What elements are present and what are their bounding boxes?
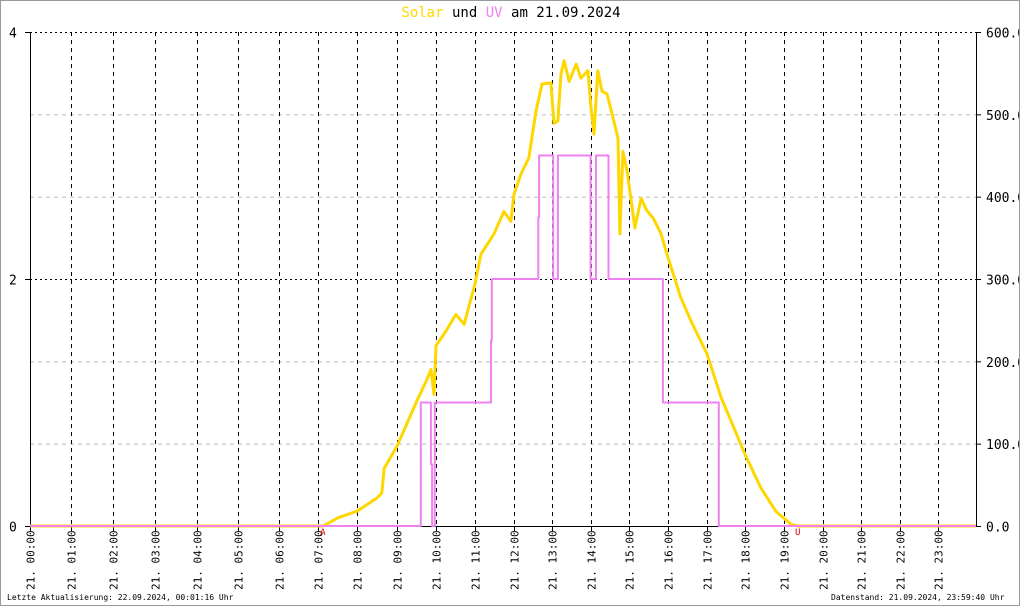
right-tick-label: 300.0	[986, 274, 1020, 289]
x-tick-label: 21. 09:00	[392, 530, 405, 590]
right-tick-label: 200.0	[986, 356, 1020, 371]
x-tick-label: 21. 16:00	[663, 530, 676, 590]
x-tick-label: 21. 01:00	[66, 530, 79, 590]
series-line-solar	[30, 59, 976, 528]
x-tick-label: 21. 04:00	[192, 530, 205, 590]
last-update-text: Letzte Aktualisierung: 22.09.2024, 00:01…	[7, 593, 234, 602]
chart-container: Solar und UV am 21.09.2024 0.0100.0200.0…	[0, 0, 1020, 606]
x-tick-label: 21. 12:00	[509, 530, 522, 590]
x-tick-label: 21. 19:00	[779, 530, 792, 590]
left-tick-label: 4	[9, 27, 17, 42]
right-tick-label: 600.0	[986, 27, 1020, 42]
x-tick-label: 21. 06:00	[274, 530, 287, 590]
x-tick-label: 21. 21:00	[856, 530, 869, 590]
marker-a: A	[320, 528, 326, 538]
right-tick-label: 400.0	[986, 191, 1020, 206]
x-tick-label: 21. 15:00	[624, 530, 637, 590]
left-tick-label: 0	[9, 521, 17, 536]
x-tick-label: 21. 17:00	[702, 530, 715, 590]
x-tick-label: 21. 23:00	[933, 530, 946, 590]
marker-u: U	[795, 528, 800, 538]
x-tick-label: 21. 11:00	[470, 530, 483, 590]
right-tick-label: 0.0	[986, 521, 1009, 536]
right-tick-label: 100.0	[986, 438, 1020, 453]
data-state-text: Datenstand: 21.09.2024, 23:59:40 Uhr	[831, 593, 1005, 602]
x-tick-label: 21. 10:00	[431, 530, 444, 590]
x-tick-label: 21. 07:00	[313, 530, 326, 590]
right-tick-label: 500.0	[986, 109, 1020, 124]
x-tick-label: 21. 13:00	[547, 530, 560, 590]
x-tick-label: 21. 22:00	[895, 530, 908, 590]
x-tick-label: 21. 02:00	[108, 530, 121, 590]
x-tick-label: 21. 18:00	[740, 530, 753, 590]
x-tick-label: 21. 14:00	[586, 530, 599, 590]
left-tick-label: 2	[9, 274, 17, 289]
x-tick-label: 21. 05:00	[233, 530, 246, 590]
x-tick-label: 21. 08:00	[352, 530, 365, 590]
x-tick-label: 21. 03:00	[150, 530, 163, 590]
x-tick-label: 21. 00:00	[25, 530, 38, 590]
x-tick-label: 21. 20:00	[818, 530, 831, 590]
chart-svg: 0.0 100.0 200.0 300.0 400.0 500.0 600.0 0 2 4 21. …	[9, 27, 1020, 591]
